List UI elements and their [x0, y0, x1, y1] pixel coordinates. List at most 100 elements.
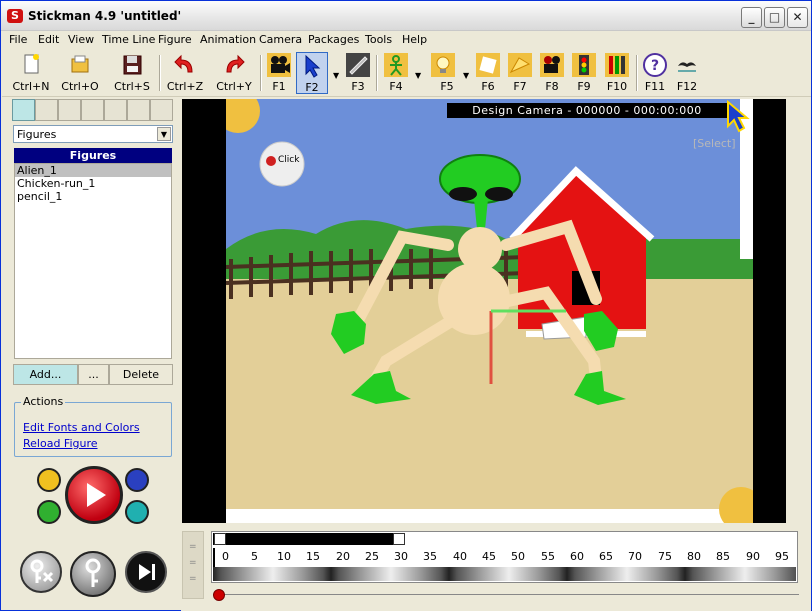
- tick-label: 35: [423, 550, 437, 563]
- new-button[interactable]: Ctrl+N: [10, 52, 52, 94]
- light-bulb-icon: [431, 53, 455, 77]
- svg-text:?: ?: [651, 58, 659, 74]
- tab-4[interactable]: [81, 99, 104, 121]
- key-icon: [85, 558, 101, 587]
- actions-title: Actions: [21, 395, 66, 408]
- f5-light-button[interactable]: F5: [426, 52, 460, 94]
- f3-pencil-button[interactable]: F3: [343, 52, 373, 94]
- zoom-blue-icon[interactable]: [125, 468, 149, 492]
- menu-view[interactable]: View: [68, 33, 94, 46]
- keyframe-button[interactable]: [70, 551, 116, 597]
- menu-edit[interactable]: Edit: [38, 33, 59, 46]
- tick-label: 65: [599, 550, 613, 563]
- tab-7[interactable]: [150, 99, 173, 121]
- play-button[interactable]: [65, 466, 123, 524]
- movie-camera-icon: [540, 53, 564, 77]
- timeline-frames-strip[interactable]: [213, 567, 796, 581]
- timeline-range-bar[interactable]: [213, 533, 403, 545]
- cursor-arrow-icon: [305, 54, 321, 78]
- minimize-button[interactable]: _: [741, 7, 762, 28]
- save-button[interactable]: Ctrl+S: [110, 52, 154, 94]
- f10-button[interactable]: F10: [602, 52, 632, 94]
- undo-button[interactable]: Ctrl+Z: [164, 52, 206, 94]
- f9-button[interactable]: F9: [570, 52, 598, 94]
- menu-tools[interactable]: Tools: [365, 33, 392, 46]
- f11-help-button[interactable]: ? F11: [641, 52, 669, 94]
- paper-icon: [476, 53, 500, 77]
- close-button[interactable]: ✕: [787, 7, 808, 28]
- timeline-grip[interactable]: = = =: [182, 531, 204, 599]
- reload-figure-link[interactable]: Reload Figure: [23, 437, 98, 450]
- tab-3[interactable]: [58, 99, 81, 121]
- next-frame-button[interactable]: [125, 551, 167, 593]
- shape-icon: [508, 53, 532, 77]
- skip-next-icon: [139, 564, 155, 580]
- tick-label: 0: [222, 550, 229, 563]
- figures-list-header: Figures: [14, 148, 172, 163]
- edit-fonts-link[interactable]: Edit Fonts and Colors: [23, 421, 140, 434]
- zoom-slider-track[interactable]: [219, 594, 799, 595]
- list-item[interactable]: Alien_1: [15, 164, 171, 177]
- more-button[interactable]: ...: [78, 364, 109, 385]
- tab-6[interactable]: [127, 99, 150, 121]
- play-icon: [87, 483, 106, 507]
- tick-label: 90: [746, 550, 760, 563]
- menu-figure[interactable]: Figure: [158, 33, 192, 46]
- tick-label: 45: [482, 550, 496, 563]
- delete-keyframe-button[interactable]: [20, 551, 62, 593]
- chevron-down-icon[interactable]: ▼: [157, 127, 171, 141]
- tab-5[interactable]: [104, 99, 127, 121]
- f7-button[interactable]: F7: [506, 52, 534, 94]
- open-folder-icon: [71, 55, 89, 73]
- new-file-icon: [24, 54, 39, 74]
- app-logo-icon: S: [7, 9, 23, 23]
- zoom-teal-icon[interactable]: [125, 500, 149, 524]
- category-select-value: Figures: [17, 128, 57, 141]
- f1-camera-button[interactable]: F1: [265, 52, 293, 94]
- menu-help[interactable]: Help: [402, 33, 427, 46]
- list-item[interactable]: Chicken-run_1: [15, 177, 171, 190]
- drawing-canvas[interactable]: [226, 99, 753, 523]
- f12-button[interactable]: F12: [672, 52, 702, 94]
- menu-packages[interactable]: Packages: [308, 33, 359, 46]
- tick-label: 80: [687, 550, 701, 563]
- range-end-handle[interactable]: [393, 533, 405, 545]
- f2-select-button[interactable]: F2: [296, 52, 328, 94]
- range-start-handle[interactable]: [214, 533, 226, 545]
- tick-label: 50: [511, 550, 525, 563]
- add-figure-button[interactable]: Add...: [13, 364, 78, 385]
- title-bar[interactable]: S Stickman 4.9 'untitled' _ □ ✕: [1, 1, 811, 31]
- menu-animation[interactable]: Animation: [200, 33, 256, 46]
- delete-figure-button[interactable]: Delete: [109, 364, 173, 385]
- redo-button[interactable]: Ctrl+Y: [213, 52, 255, 94]
- maximize-button[interactable]: □: [764, 7, 785, 28]
- f5-dropdown-arrow-icon[interactable]: ▼: [463, 71, 469, 80]
- figures-list[interactable]: Alien_1 Chicken-run_1 pencil_1: [14, 163, 172, 359]
- list-item[interactable]: pencil_1: [15, 190, 171, 203]
- open-button[interactable]: Ctrl+O: [58, 52, 102, 94]
- menu-timeline[interactable]: Time Line: [102, 33, 155, 46]
- cursor-mode-icon: [727, 99, 750, 133]
- f6-button[interactable]: F6: [474, 52, 502, 94]
- menu-file[interactable]: File: [9, 33, 27, 46]
- zoom-slider-knob[interactable]: [213, 589, 225, 601]
- category-select[interactable]: Figures ▼: [13, 125, 173, 143]
- tick-label: 85: [716, 550, 730, 563]
- zoom-in-yellow-icon[interactable]: [37, 468, 61, 492]
- tick-label: 10: [277, 550, 291, 563]
- f8-button[interactable]: F8: [538, 52, 566, 94]
- toolbar: Ctrl+N Ctrl+O Ctrl+S Ctrl+Z Ctrl+Y F1 F2…: [2, 49, 811, 97]
- tick-label: 25: [365, 550, 379, 563]
- tick-label: 15: [306, 550, 320, 563]
- f4-dropdown-arrow-icon[interactable]: ▼: [415, 71, 421, 80]
- f2-dropdown-arrow-icon[interactable]: ▼: [333, 71, 339, 80]
- toolbar-separator: [376, 55, 378, 91]
- toolbar-separator: [159, 55, 161, 91]
- menu-bar: File Edit View Time Line Figure Animatio…: [2, 31, 811, 49]
- f4-figure-button[interactable]: F4: [381, 52, 411, 94]
- tab-figures[interactable]: [12, 99, 35, 121]
- tab-2[interactable]: [35, 99, 58, 121]
- menu-camera[interactable]: Camera: [259, 33, 302, 46]
- zoom-green-icon[interactable]: [37, 500, 61, 524]
- pencil-icon: [346, 53, 370, 77]
